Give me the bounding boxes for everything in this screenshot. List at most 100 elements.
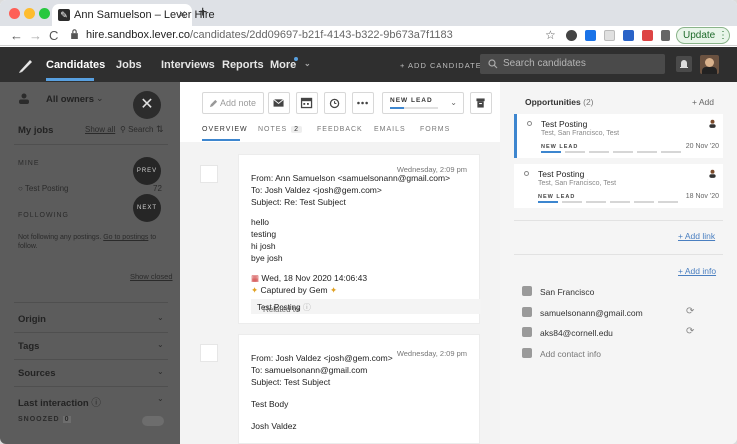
app-navbar: Candidates Jobs Interviews Reports More …	[0, 47, 737, 82]
email-select-checkbox[interactable]	[200, 165, 218, 183]
sync-icon[interactable]: ⟳	[686, 306, 694, 317]
user-avatar[interactable]	[700, 55, 719, 74]
notifications-bell-icon[interactable]	[676, 56, 692, 72]
filter-origin[interactable]: Origin	[18, 314, 46, 325]
tab-overview[interactable]: OVERVIEW	[202, 126, 248, 133]
go-to-postings-link[interactable]: Go to postings	[103, 234, 148, 241]
mine-heading: MINE	[18, 160, 40, 167]
schedule-button[interactable]	[296, 92, 318, 114]
opportunity-card[interactable]: Test Posting Test, San Francisco, Test N…	[514, 114, 723, 158]
new-tab-button[interactable]: +	[198, 4, 207, 22]
add-opportunity-button[interactable]: + Add	[692, 97, 714, 107]
archive-button[interactable]	[470, 92, 492, 114]
email-sent-time: ▦ Wed, 18 Nov 2020 14:06:43	[251, 273, 367, 284]
snoozed-count: 0	[62, 416, 72, 423]
candidate-email[interactable]: samuelsonann@gmail.com	[540, 308, 643, 318]
envelope-icon	[273, 99, 284, 107]
search-placeholder: Search candidates	[503, 58, 586, 69]
browser-tab[interactable]: ✎ Ann Samuelson – Lever Hire ×	[52, 4, 215, 26]
sort-icon[interactable]: ⇅	[156, 124, 164, 135]
add-link-button[interactable]: + Add link	[678, 231, 715, 241]
active-nav-indicator	[46, 78, 94, 81]
close-window-button[interactable]	[9, 8, 20, 19]
more-actions-button[interactable]	[352, 92, 374, 114]
forward-button[interactable]: →	[29, 28, 42, 43]
add-info-button[interactable]: + Add info	[678, 266, 716, 276]
filter-sources[interactable]: Sources	[18, 368, 56, 379]
snoozed-label: SNOOZED	[18, 416, 60, 423]
address-bar[interactable]: hire.sandbox.lever.co/candidates/2dd0969…	[68, 27, 538, 44]
reminder-button[interactable]	[324, 92, 346, 114]
snoozed-toggle[interactable]	[142, 416, 164, 426]
browser-toolbar: ← → C hire.sandbox.lever.co/candidates/2…	[0, 26, 737, 46]
filter-tags[interactable]: Tags	[18, 341, 39, 352]
search-icon	[488, 59, 498, 69]
filter-last-interaction[interactable]: Last interaction ⓘ	[18, 395, 101, 409]
tab-feedback[interactable]: FEEDBACK	[317, 126, 363, 133]
divider	[14, 359, 168, 360]
candidate-search-input[interactable]: Search candidates	[480, 54, 665, 74]
opportunities-count: (2)	[583, 97, 594, 107]
tab-strip: ✎ Ann Samuelson – Lever Hire × +	[0, 0, 737, 26]
extension-icon-2[interactable]	[585, 30, 596, 41]
candidate-email[interactable]: aks84@cornell.edu	[540, 328, 613, 338]
chevron-down-icon[interactable]: ⌄	[157, 340, 164, 349]
next-candidate-button[interactable]: NEXT	[133, 194, 161, 222]
nav-interviews[interactable]: Interviews	[161, 59, 215, 71]
extension-icon-1[interactable]	[566, 30, 577, 41]
add-candidate-button[interactable]: + ADD CANDIDATE	[400, 61, 482, 70]
opportunity-card[interactable]: Test Posting Test, San Francisco, Test N…	[514, 164, 723, 208]
not-following-label: Not following any postings.	[18, 234, 102, 241]
more-chevron-icon[interactable]: ⌄	[304, 59, 311, 68]
info-circle-icon[interactable]: ⓘ	[303, 303, 311, 312]
extension-icon-4[interactable]	[623, 30, 634, 41]
search-jobs-button[interactable]: ⚲ Search	[120, 125, 153, 134]
chevron-down-icon[interactable]: ⌄	[157, 313, 164, 322]
nav-jobs[interactable]: Jobs	[116, 59, 142, 71]
divider	[14, 302, 168, 303]
divider	[514, 220, 723, 221]
email-subject: Subject: Test Subject	[251, 377, 331, 387]
chevron-down-icon: ⌄	[96, 93, 104, 103]
close-icon[interactable]: ✕	[133, 91, 161, 119]
extension-icon-5[interactable]	[642, 30, 653, 41]
divider	[14, 332, 168, 333]
nav-more[interactable]: More	[270, 59, 296, 71]
chevron-down-icon[interactable]: ⌄	[157, 367, 164, 376]
owners-filter[interactable]: All owners	[46, 94, 94, 105]
email-body-line: bye josh	[251, 253, 283, 263]
show-closed-link[interactable]: Show closed	[130, 272, 173, 281]
bookmark-star-icon[interactable]: ☆	[545, 28, 556, 42]
email-button[interactable]	[268, 92, 290, 114]
candidate-location: San Francisco	[540, 287, 595, 297]
add-note-button[interactable]: Add note	[202, 92, 264, 114]
posting-item[interactable]: ○ Test Posting	[18, 184, 69, 193]
lever-logo-icon[interactable]	[18, 57, 34, 73]
chevron-down-icon: ⌄	[450, 98, 457, 107]
minimize-window-button[interactable]	[24, 8, 35, 19]
update-button[interactable]: Update ⋮	[676, 27, 730, 44]
email-subject: Subject: Re: Test Subject	[251, 197, 346, 207]
reload-button[interactable]: C	[49, 28, 58, 43]
snoozed-filter[interactable]: SNOOZED 0	[18, 416, 72, 423]
extension-icon-3[interactable]	[604, 30, 615, 41]
maximize-window-button[interactable]	[39, 8, 50, 19]
nav-candidates[interactable]: Candidates	[46, 59, 105, 71]
prev-candidate-button[interactable]: PREV	[133, 157, 161, 185]
chevron-down-icon[interactable]: ⌄	[157, 394, 164, 403]
email-select-checkbox[interactable]	[200, 344, 218, 362]
show-all-link[interactable]: Show all	[85, 125, 115, 134]
extensions-puzzle-icon[interactable]	[661, 30, 670, 41]
back-button[interactable]: ←	[10, 28, 23, 43]
tab-forms[interactable]: FORMS	[420, 126, 450, 133]
add-contact-info-button[interactable]: Add contact info	[540, 349, 601, 359]
sync-icon[interactable]: ⟳	[686, 326, 694, 337]
archive-icon	[476, 98, 485, 108]
tab-close-icon[interactable]: ×	[179, 7, 186, 21]
stage-dropdown[interactable]: NEW LEAD ⌄	[382, 92, 464, 114]
action-bar: Add note NEW LEAD ⌄ OVERVIEW NOTES 2 FEE…	[180, 82, 500, 142]
tab-notes[interactable]: NOTES 2	[258, 126, 303, 133]
nav-reports[interactable]: Reports	[222, 59, 264, 71]
owner-person-icon	[709, 119, 716, 128]
tab-emails[interactable]: EMAILS	[374, 126, 406, 133]
